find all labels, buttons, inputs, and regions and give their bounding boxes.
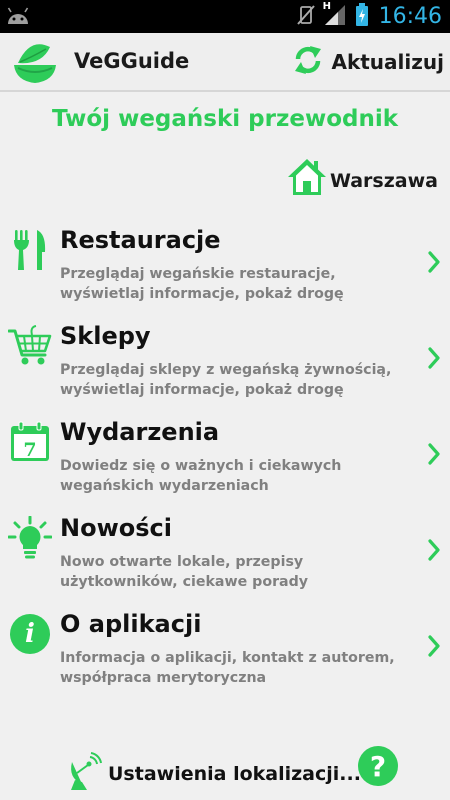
menu-item-description: Informacja o aplikacji, kontakt z autore… (60, 650, 395, 686)
question-mark-icon: ? (369, 749, 387, 783)
refresh-label: Aktualizuj (331, 50, 444, 74)
lightbulb-icon (8, 516, 52, 560)
home-icon (286, 157, 328, 201)
menu-item-title: Wydarzenia (60, 418, 220, 446)
location-settings-button[interactable]: Ustawienia lokalizacji... (66, 752, 361, 796)
refresh-icon (293, 44, 323, 80)
status-bar: H 16:46 (0, 0, 450, 33)
android-icon (6, 6, 30, 30)
location-settings-label: Ustawienia lokalizacji... (108, 763, 361, 785)
menu-item-nowosci[interactable]: Nowości Nowo otwarte lokale, przepisy uż… (0, 508, 450, 604)
city-selector[interactable]: Warszawa (286, 158, 438, 200)
menu-item-sklepy[interactable]: Sklepy Przeglądaj sklepy z wegańską żywn… (0, 316, 450, 412)
menu-item-description: Przeglądaj sklepy z wegańską żywnością, … (60, 362, 392, 398)
signal-icon: H (322, 0, 349, 31)
menu-item-title: O aplikacji (60, 610, 202, 638)
menu-item-o-aplikacji[interactable]: i O aplikacji Informacja o aplikacji, ko… (0, 604, 450, 700)
refresh-button[interactable]: Aktualizuj (293, 37, 444, 87)
satellite-dish-icon (66, 752, 102, 796)
info-glyph: i (10, 614, 50, 654)
menu-item-title: Nowości (60, 514, 172, 542)
chevron-right-icon (426, 442, 442, 470)
menu-item-description: Nowo otwarte lokale, przepisy użytkownik… (60, 554, 309, 590)
status-clock: 16:46 (378, 4, 442, 29)
menu-item-description: Przeglądaj wegańskie restauracje, wyświe… (60, 266, 344, 302)
chevron-right-icon (426, 538, 442, 566)
network-type-label: H (322, 0, 331, 12)
menu-item-restauracje[interactable]: Restauracje Przeglądaj wegańskie restaur… (0, 220, 450, 316)
menu-item-wydarzenia[interactable]: 7 Wydarzenia Dowiedz się o ważnych i cie… (0, 412, 450, 508)
vibrate-mute-icon (295, 4, 317, 30)
app-bar: VeGGuide Aktualizuj (0, 33, 450, 92)
menu-item-title: Restauracje (60, 226, 221, 254)
calendar-icon: 7 (8, 420, 52, 464)
help-button[interactable]: ? (358, 746, 398, 786)
battery-icon (355, 2, 369, 31)
city-name: Warszawa (329, 170, 438, 192)
fork-knife-icon (8, 228, 52, 272)
chevron-right-icon (426, 346, 442, 374)
info-icon: i (8, 612, 52, 656)
menu-item-description: Dowiedz się o ważnych i ciekawych wegańs… (60, 458, 342, 494)
calendar-day: 7 (23, 439, 37, 461)
salad-bowl-logo-icon[interactable] (12, 41, 58, 89)
page-title: Twój wegański przewodnik (51, 106, 399, 132)
menu-item-title: Sklepy (60, 322, 151, 350)
chevron-right-icon (426, 250, 442, 278)
shopping-cart-icon (8, 324, 52, 368)
chevron-right-icon (426, 634, 442, 662)
app-title: VeGGuide (74, 49, 190, 73)
